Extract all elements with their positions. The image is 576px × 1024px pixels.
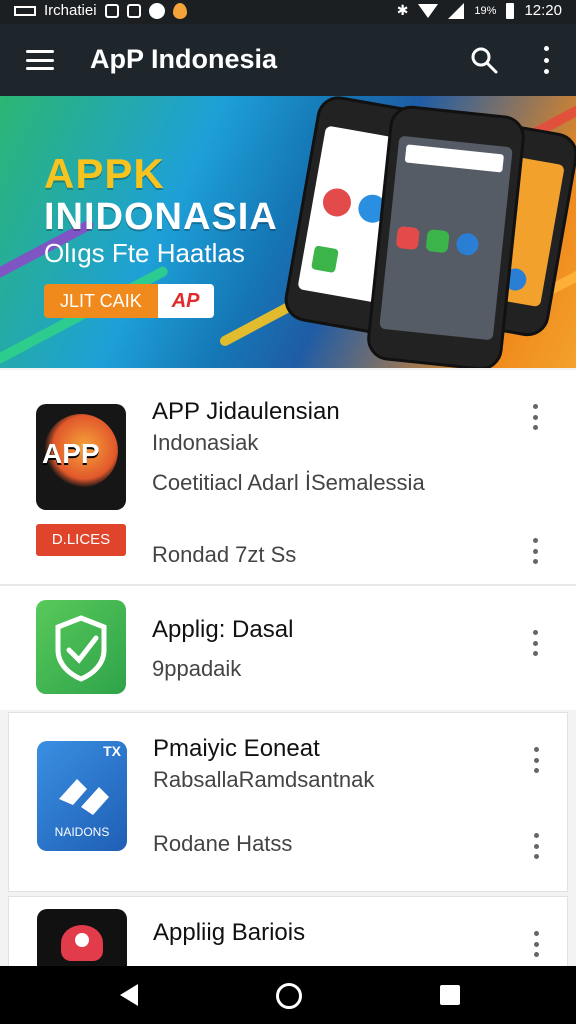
app-title[interactable]: Applig: Dasal <box>152 616 293 644</box>
banner-subheadline: Olıgs Fte Haatlas <box>44 238 245 268</box>
search-icon[interactable] <box>470 46 498 74</box>
battery-icon <box>506 2 515 19</box>
banner-cta-button[interactable]: JLIT CAIK AP <box>44 284 214 318</box>
app-bar: ApP Indonesia <box>0 24 576 96</box>
notification-icon <box>148 2 165 19</box>
app-description: Coetitiacl Adarl İSemalessia <box>152 470 425 495</box>
fire-notification-icon <box>172 2 187 19</box>
gallery-icon <box>126 3 141 18</box>
app-list-card: APP D.LICES APP Jidaulensian Indonasiak … <box>0 370 576 710</box>
clock: 12:20 <box>524 2 562 19</box>
item-menu-icon[interactable] <box>531 931 541 957</box>
app-badge: D.LICES <box>36 524 126 556</box>
back-icon[interactable] <box>120 984 138 1006</box>
banner-headline: APPK <box>44 150 165 197</box>
banner-headline-2: INIDONASIA <box>44 196 278 238</box>
carrier-label: Irchatiei <box>44 2 97 19</box>
sim-icon <box>14 5 36 16</box>
item-menu-icon[interactable] <box>531 833 541 859</box>
bluetooth-icon: ✱ <box>396 2 409 18</box>
overflow-menu-icon[interactable] <box>536 46 556 74</box>
system-nav-bar <box>0 966 576 1024</box>
item-menu-icon[interactable] <box>530 538 540 564</box>
banner-cta-logo: AP <box>157 284 214 318</box>
banner-cta-label: JLIT CAIK <box>44 284 158 318</box>
app-subtitle: 9ppadaik <box>152 656 242 681</box>
red-robot-icon[interactable] <box>37 909 127 966</box>
app-icon-label: NAIDONS <box>54 825 110 839</box>
blue-arrows-icon[interactable]: TX NAIDONS <box>37 741 127 851</box>
page-title: ApP Indonesia <box>90 44 278 74</box>
divider <box>0 584 576 586</box>
app-footer: Rondad 7zt Ss <box>152 542 297 567</box>
app-title[interactable]: Appliig Bariois <box>153 919 305 947</box>
battery-percent: 19% <box>474 4 497 17</box>
item-menu-icon[interactable] <box>530 630 540 656</box>
app-list-card: TX NAIDONS Pmaiyic Eoneat RabsallaRamdsa… <box>8 712 568 892</box>
signal-icon <box>448 2 465 19</box>
app-subtitle: Indonasiak <box>152 430 259 455</box>
app-title[interactable]: APP Jidaulensian <box>152 398 340 426</box>
item-menu-icon[interactable] <box>530 404 540 430</box>
shield-check-icon[interactable] <box>36 600 126 694</box>
wifi-icon <box>418 3 439 18</box>
camera-icon <box>104 3 119 18</box>
app-footer: Rodane Hatss <box>153 831 293 856</box>
recents-icon[interactable] <box>440 985 460 1005</box>
app-fire-logo-icon[interactable]: APP <box>36 404 126 510</box>
app-list-card: Appliig Bariois <box>8 896 568 966</box>
app-subtitle: RabsallaRamdsantnak <box>153 767 375 792</box>
phone-illustration-front <box>364 103 528 368</box>
menu-icon[interactable] <box>26 50 54 70</box>
promo-banner[interactable]: APPK INIDONASIA Olıgs Fte Haatlas JLIT C… <box>0 96 576 368</box>
item-menu-icon[interactable] <box>531 747 541 773</box>
app-title[interactable]: Pmaiyic Eoneat <box>153 735 320 763</box>
status-bar: Irchatiei ✱ 19% 12:20 <box>0 0 576 24</box>
app-icon-label: APP <box>42 438 100 469</box>
home-icon[interactable] <box>276 983 302 1009</box>
